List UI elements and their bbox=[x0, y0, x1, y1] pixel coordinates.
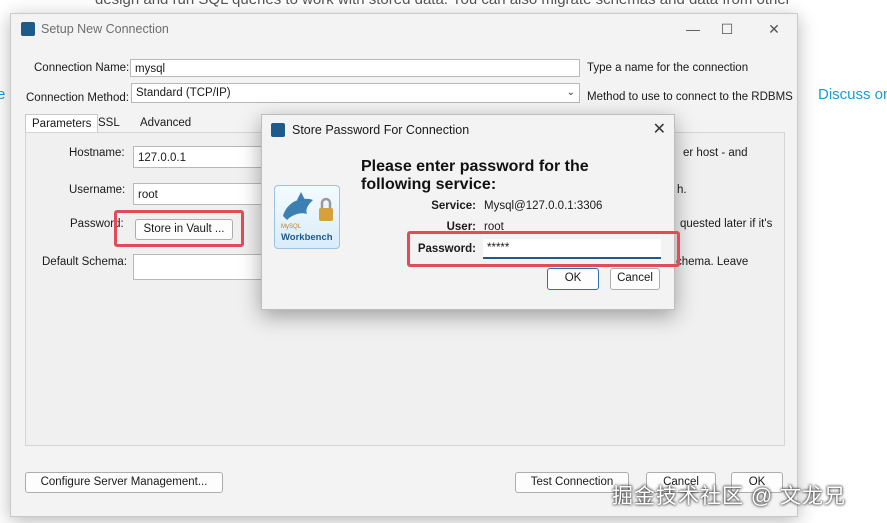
maximize-icon[interactable]: ☐ bbox=[712, 18, 742, 40]
username-label: Username: bbox=[69, 184, 126, 196]
background-link-left: e bbox=[0, 86, 6, 103]
close-icon[interactable]: ✕ bbox=[759, 18, 789, 40]
default-schema-input[interactable] bbox=[133, 254, 263, 280]
connection-method-value: Standard (TCP/IP) bbox=[136, 87, 231, 99]
dialog-cancel-button[interactable]: Cancel bbox=[610, 268, 660, 290]
window-title: Setup New Connection bbox=[41, 22, 169, 36]
hostname-input[interactable]: 127.0.0.1 bbox=[133, 146, 263, 168]
close-icon[interactable]: ✕ bbox=[653, 119, 666, 139]
default-schema-label: Default Schema: bbox=[42, 256, 128, 268]
password-hint: quested later if it's bbox=[680, 218, 773, 230]
hostname-label: Hostname: bbox=[69, 147, 125, 159]
connection-method-select[interactable]: Standard (TCP/IP) ⌄ bbox=[131, 83, 580, 103]
tab-parameters[interactable]: Parameters bbox=[25, 114, 99, 133]
logo-small-text: MySQL bbox=[281, 224, 302, 230]
username-input[interactable]: root bbox=[133, 183, 263, 205]
dialog-password-input[interactable]: ***** bbox=[483, 239, 661, 259]
tab-ssl[interactable]: SSL bbox=[92, 114, 126, 132]
connection-method-label: Connection Method: bbox=[26, 92, 129, 104]
minimize-icon[interactable]: — bbox=[678, 18, 708, 40]
default-schema-hint: chema. Leave bbox=[676, 256, 749, 268]
connection-name-hint: Type a name for the connection bbox=[587, 62, 749, 74]
window-titlebar: Setup New Connection — ☐ ✕ bbox=[11, 14, 797, 44]
workbench-app-icon bbox=[21, 22, 35, 36]
connection-name-label: Connection Name: bbox=[34, 62, 130, 74]
service-value: Mysql@127.0.0.1:3306 bbox=[484, 200, 603, 212]
logo-text: Workbench bbox=[281, 232, 333, 243]
store-in-vault-button[interactable]: Store in Vault ... bbox=[135, 219, 233, 240]
dialog-title: Store Password For Connection bbox=[292, 123, 470, 137]
workbench-app-icon bbox=[271, 123, 285, 137]
background-text: design and run SQL queries to work with … bbox=[95, 0, 791, 8]
mysql-workbench-logo: MySQL Workbench bbox=[274, 185, 340, 249]
connection-method-hint: Method to use to connect to the RDBMS bbox=[587, 91, 793, 103]
watermark: 掘金技术社区 @ 文龙兄 bbox=[612, 485, 846, 508]
dialog-ok-button[interactable]: OK bbox=[547, 268, 599, 290]
hostname-hint: er host - and bbox=[683, 147, 748, 159]
service-label: Service: bbox=[431, 200, 476, 212]
dialog-heading: Please enter password for the following … bbox=[361, 158, 589, 193]
username-hint: h. bbox=[677, 184, 687, 196]
dialog-password-label: Password: bbox=[417, 243, 476, 255]
tab-advanced[interactable]: Advanced bbox=[134, 114, 197, 132]
background-link-discuss[interactable]: Discuss on bbox=[818, 86, 887, 103]
connection-name-input[interactable]: mysql bbox=[130, 59, 580, 77]
configure-server-management-button[interactable]: Configure Server Management... bbox=[25, 472, 223, 493]
chevron-down-icon: ⌄ bbox=[566, 87, 575, 98]
store-password-dialog: Store Password For Connection ✕ MySQL Wo… bbox=[261, 114, 680, 310]
